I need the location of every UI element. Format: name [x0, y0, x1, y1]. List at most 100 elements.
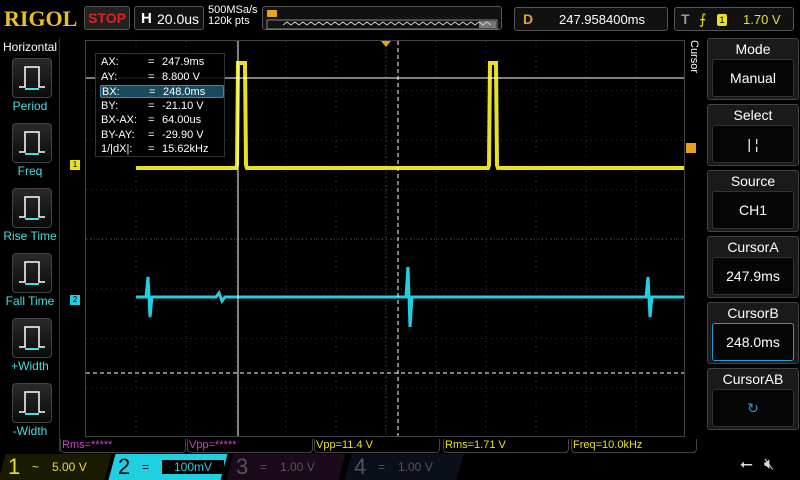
period-icon[interactable] — [12, 58, 52, 98]
channel-1-button[interactable]: 1 ~5.00 V — [0, 454, 112, 480]
trigger-position-marker — [381, 41, 391, 47]
cursor-a-button[interactable]: CursorA 247.9ms — [707, 236, 799, 298]
ch2-trace — [136, 266, 684, 328]
run-stop-status[interactable]: STOP — [84, 6, 130, 30]
measure-label: -Width — [12, 424, 48, 438]
ch-scale: 5.00 V — [52, 460, 87, 474]
cursor-row: BY: = -21.10 V — [100, 100, 224, 113]
cursor-menu: Mode Manual Select | ¦ Source CH1 CursorA 24… — [704, 38, 800, 438]
measure-label: Rise Time — [3, 229, 57, 243]
delay-box[interactable]: D 247.958400ms — [514, 7, 668, 31]
measurement-freq-ch1[interactable]: Freq=10.0kHz — [571, 439, 697, 453]
measure-label: Freq — [17, 164, 43, 178]
cursor-value: 15.62kHz — [162, 143, 209, 155]
cursor-a-title: CursorA — [727, 239, 779, 255]
cursor-menu-label: Cursor — [688, 40, 700, 74]
fall-time-icon[interactable] — [12, 253, 52, 293]
cursor-row: AY: = 8.800 V — [100, 71, 224, 84]
cursor-value: 247.9ms — [162, 56, 205, 68]
measurement-rms-ch1[interactable]: Rms=1.71 V — [443, 439, 569, 453]
mode-button[interactable]: Mode Manual — [707, 38, 799, 100]
equals: = — [148, 114, 155, 126]
rising-edge-icon: ⨍ — [699, 11, 707, 27]
cursor-value: -29.90 V — [162, 128, 204, 141]
d-label: D — [523, 11, 534, 27]
memory-depth: 120k pts — [208, 15, 250, 27]
measure-label: Period — [12, 99, 48, 113]
freq-icon[interactable] — [12, 123, 52, 163]
h-label: H — [141, 10, 152, 27]
cursor-b-title: CursorB — [727, 305, 779, 321]
channel-2-button[interactable]: 2 = 100mV — [108, 454, 228, 480]
measurement-vpp-ch3[interactable]: Vpp=***** — [187, 439, 313, 453]
cursor-b-button[interactable]: CursorB 248.0ms — [707, 302, 799, 364]
ch1-marker[interactable]: 1 — [70, 160, 80, 170]
cursor-key: 1/|dX|: — [101, 143, 133, 155]
measure-label: +Width — [11, 359, 49, 373]
select-value: | ¦ — [712, 125, 794, 163]
measurement-vpp-ch1[interactable]: Vpp=11.4 V — [314, 439, 440, 453]
knob-icon: ↻ — [712, 389, 794, 427]
mode-value: Manual — [712, 59, 794, 97]
cursor-value: 8.800 V — [162, 70, 200, 83]
select-title: Select — [733, 107, 773, 123]
ch-scale: 1.00 V — [398, 460, 433, 474]
cursor-value: 64.00us — [162, 114, 202, 126]
coupling-icon: = — [142, 460, 150, 474]
measure-label: Fall Time — [5, 294, 55, 308]
coupling-icon: ~ — [32, 460, 40, 474]
memory-overview[interactable] — [262, 6, 502, 30]
source-title: Source — [730, 173, 776, 189]
cursor-row: BY-AY: = -29.90 V — [100, 129, 224, 142]
ch-scale: 1.00 V — [280, 460, 315, 474]
mode-title: Mode — [735, 41, 771, 57]
cursor-ab-title: CursorAB — [722, 371, 784, 387]
source-value: CH1 — [712, 191, 794, 229]
cursor-key: BY-AY: — [101, 128, 135, 141]
coupling-icon: = — [378, 460, 386, 474]
equals: = — [148, 99, 155, 112]
cursor-a-value: 247.9ms — [712, 257, 794, 295]
source-button[interactable]: Source CH1 — [707, 170, 799, 232]
t-label: T — [681, 11, 690, 27]
measurement-rms-ch3[interactable]: Rms=***** — [60, 439, 186, 453]
ch-num: 1 — [8, 454, 21, 479]
trigger-source: 1 — [717, 14, 727, 26]
equals: = — [148, 70, 155, 83]
ch-scale: 100mV — [162, 460, 225, 474]
coupling-icon: = — [260, 460, 268, 474]
ch-num: 4 — [354, 454, 367, 479]
cursor-key: AY: — [101, 70, 118, 83]
cursor-ab-button[interactable]: CursorAB ↻ — [707, 368, 799, 430]
speaker-muted-icon[interactable]: 🔇︎ — [764, 456, 774, 474]
ch-num: 2 — [118, 454, 131, 479]
cursor-key: BX: — [102, 86, 120, 98]
timebase-box[interactable]: H 20.0us — [134, 6, 204, 30]
trigger-level-marker[interactable] — [686, 143, 696, 153]
cursor-key: BY: — [101, 99, 119, 112]
cursor-readout: AX: = 247.9ms AY: = 8.800 V BX: = 248.0ms BY: = -21… — [95, 53, 225, 157]
cursor-row: BX: = 248.0ms — [100, 85, 224, 98]
cursor-row: 1/|dX|: = 15.62kHz — [100, 143, 224, 156]
equals: = — [148, 56, 155, 68]
pos-width-icon[interactable] — [12, 318, 52, 358]
timebase-value: 20.0us — [157, 11, 200, 27]
acquisition-info: 500MSa/s 120k pts — [208, 5, 258, 27]
rise-time-icon[interactable] — [12, 188, 52, 228]
channel-4-button[interactable]: 4 = 1.00 V — [344, 454, 464, 480]
ch2-marker[interactable]: 2 — [70, 295, 80, 305]
ch-num: 3 — [236, 454, 249, 479]
delay-value: 247.958400ms — [559, 12, 646, 27]
trigger-box[interactable]: T ⨍ 1 1.70 V — [674, 7, 794, 31]
cursor-b-value: 248.0ms — [712, 323, 794, 361]
channel-3-button[interactable]: 3 = 1.00 V — [226, 454, 346, 480]
cursor-value: 248.0ms — [163, 86, 206, 98]
cursor-key: BX-AX: — [101, 114, 138, 126]
cursor-row: AX: = 247.9ms — [100, 56, 224, 69]
equals: = — [149, 86, 156, 98]
rigol-logo: RIGOL — [4, 6, 78, 31]
neg-width-icon[interactable] — [12, 383, 52, 423]
panel-title: Horizontal — [3, 40, 58, 54]
select-button[interactable]: Select | ¦ — [707, 104, 799, 166]
usb-icon: ⭠ — [740, 456, 753, 473]
